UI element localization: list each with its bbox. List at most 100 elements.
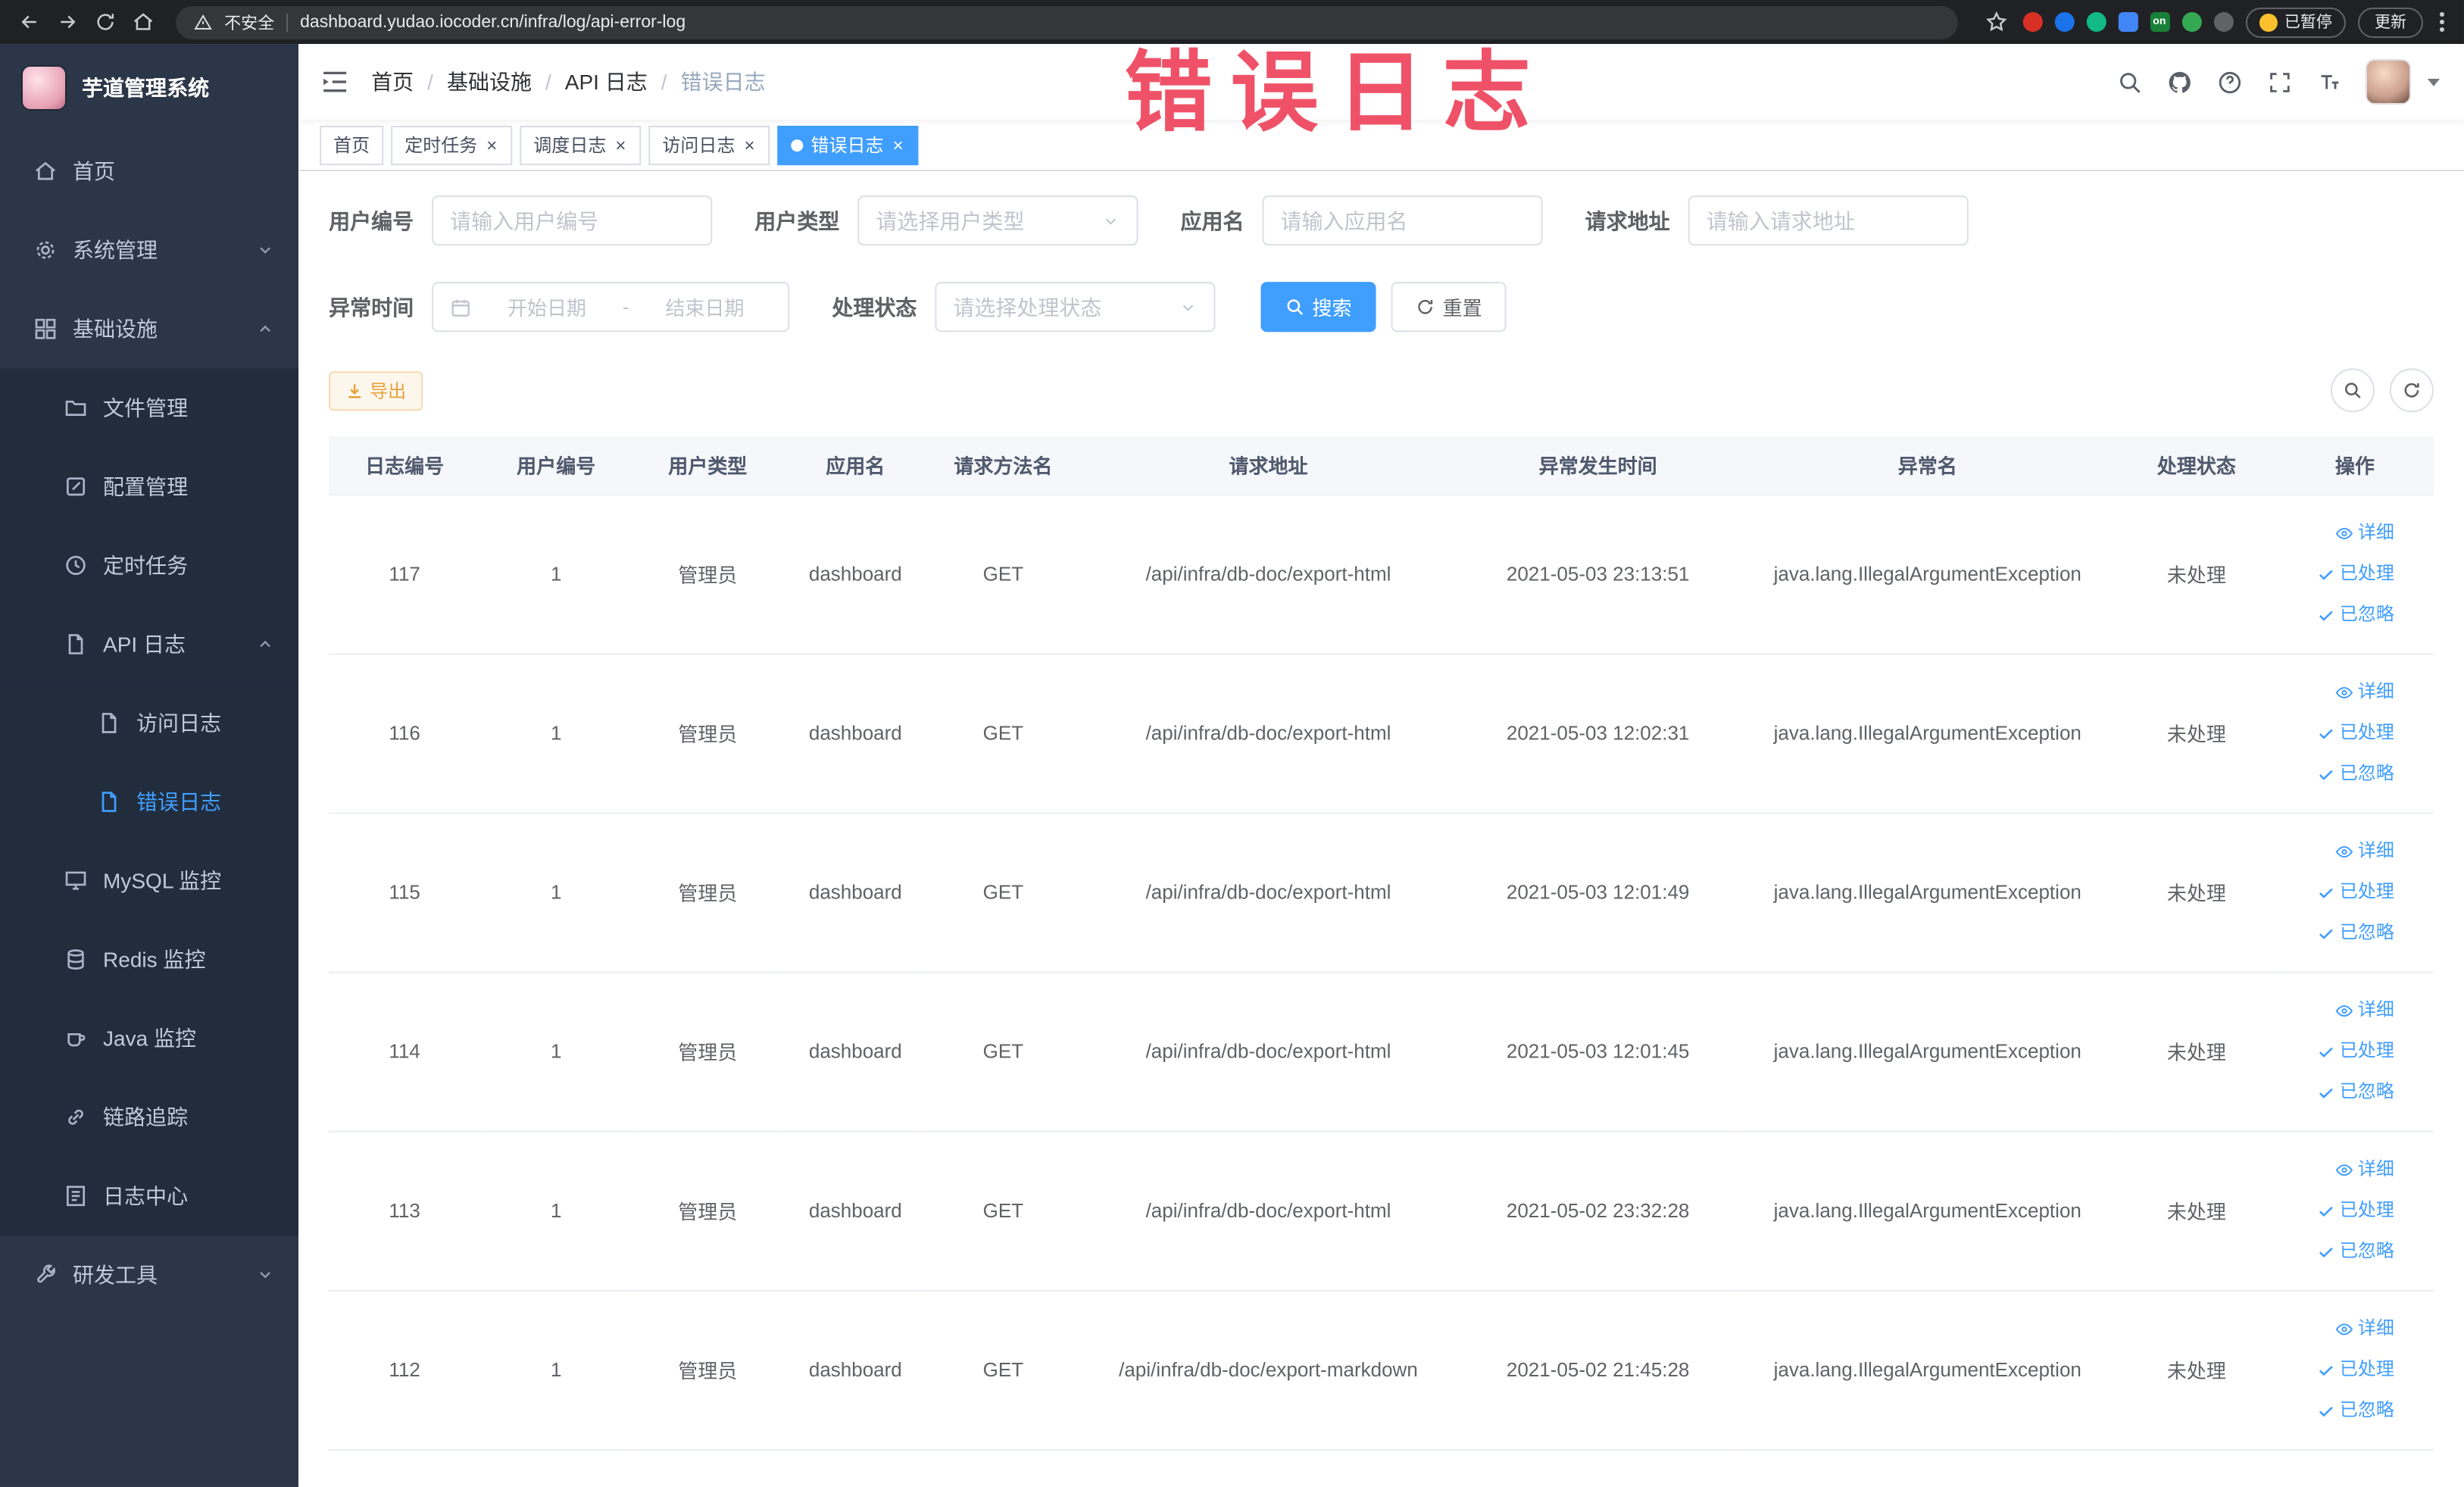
export-button[interactable]: 导出 xyxy=(329,370,423,411)
sidebar-item-14[interactable]: 研发工具 xyxy=(0,1236,298,1314)
caret-down-icon[interactable] xyxy=(2427,78,2440,86)
reset-button[interactable]: 重置 xyxy=(1391,282,1507,333)
close-icon[interactable]: × xyxy=(485,134,498,155)
sidebar-item-11[interactable]: Java 监控 xyxy=(0,998,299,1078)
sidebar-item-1[interactable]: 系统管理 xyxy=(0,211,298,289)
github-icon[interactable] xyxy=(2166,68,2193,95)
table-header-row: 日志编号 用户编号 用户类型 应用名 请求方法名 请求地址 异常发生时间 异常名 处理状态 操作 xyxy=(329,436,2434,495)
sidebar-item-7[interactable]: 访问日志 xyxy=(0,683,299,763)
browser-update-button[interactable]: 更新 xyxy=(2357,7,2423,38)
toggle-search-button[interactable] xyxy=(2330,368,2375,413)
search-icon xyxy=(2344,383,2361,398)
sidebar-item-8-active[interactable]: 错误日志 xyxy=(0,762,299,842)
ignored-link[interactable]: 已忽略 xyxy=(2276,1072,2394,1113)
download-icon xyxy=(348,383,361,398)
paused-extension-button[interactable]: 已暂停 xyxy=(2244,7,2346,38)
detail-link[interactable]: 详细 xyxy=(2276,512,2394,553)
extension-icon[interactable] xyxy=(2022,12,2042,33)
processed-link[interactable]: 已处理 xyxy=(2276,553,2394,594)
browser-forward-icon[interactable] xyxy=(53,8,80,36)
breadcrumb-item[interactable]: 基础设施 xyxy=(447,67,532,97)
browser-reload-icon[interactable] xyxy=(91,8,118,36)
table-row: 112 1 管理员 dashboard GET /api/infra/db-do… xyxy=(329,1289,2434,1450)
ignored-link[interactable]: 已忽略 xyxy=(2276,1231,2394,1272)
cell-status: 未处理 xyxy=(2116,1289,2276,1450)
column-header-6: 异常发生时间 xyxy=(1457,436,1738,495)
browser-back-icon[interactable] xyxy=(15,8,42,36)
address-bar[interactable]: 不安全 dashboard.yudao.iocoder.cn/infra/log… xyxy=(176,5,1957,39)
detail-link[interactable]: 详细 xyxy=(2276,1149,2394,1190)
app-logo[interactable]: 芋道管理系统 xyxy=(0,44,298,132)
cell-request-url: /api/infra/db-doc/export-html xyxy=(1079,971,1458,1132)
ignored-link[interactable]: 已忽略 xyxy=(2276,753,2394,794)
ignored-link[interactable]: 已忽略 xyxy=(2276,1390,2394,1431)
detail-link[interactable]: 详细 xyxy=(2276,671,2394,712)
user-id-input[interactable]: 请输入用户编号 xyxy=(432,195,713,246)
close-icon[interactable]: × xyxy=(892,134,905,155)
sidebar-item-3[interactable]: 文件管理 xyxy=(0,368,299,448)
sidebar-item-4[interactable]: 配置管理 xyxy=(0,447,299,526)
app-title: 芋道管理系统 xyxy=(82,76,210,101)
column-header-1: 用户编号 xyxy=(480,436,632,495)
extension-icon[interactable] xyxy=(2117,12,2138,33)
tab-1[interactable]: 定时任务 × xyxy=(391,125,513,165)
sidebar-item-13[interactable]: 日志中心 xyxy=(0,1156,299,1236)
hamburger-icon[interactable] xyxy=(320,67,350,97)
close-icon[interactable]: × xyxy=(742,134,756,155)
processed-link[interactable]: 已处理 xyxy=(2276,872,2394,913)
cell-method: GET xyxy=(927,971,1079,1132)
cell-exception-name: java.lang.IllegalArgumentException xyxy=(1738,1289,2117,1450)
processed-link[interactable]: 已处理 xyxy=(2276,712,2394,753)
help-icon[interactable] xyxy=(2216,68,2243,95)
close-icon[interactable]: × xyxy=(614,134,627,155)
ignored-link[interactable]: 已忽略 xyxy=(2276,913,2394,954)
processed-link[interactable]: 已处理 xyxy=(2276,1031,2394,1072)
breadcrumb-item[interactable]: 首页 xyxy=(371,67,414,97)
extension-icon[interactable] xyxy=(2053,12,2074,33)
extension-icon[interactable] xyxy=(2085,12,2106,33)
processed-link[interactable]: 已处理 xyxy=(2276,1190,2394,1231)
cell-user-type: 管理员 xyxy=(632,1130,784,1291)
grid-icon xyxy=(33,317,58,341)
fullscreen-icon[interactable] xyxy=(2266,68,2293,95)
extension-icon[interactable] xyxy=(2213,12,2233,33)
refresh-table-button[interactable] xyxy=(2389,368,2434,413)
search-button[interactable]: 搜索 xyxy=(1260,282,1376,333)
sidebar-item-9[interactable]: MySQL 监控 xyxy=(0,841,299,920)
sidebar-item-2[interactable]: 基础设施 xyxy=(0,289,298,368)
user-avatar[interactable] xyxy=(2365,59,2411,105)
detail-link[interactable]: 详细 xyxy=(2276,1308,2394,1349)
request-url-input[interactable]: 请输入请求地址 xyxy=(1688,195,1969,246)
sidebar-item-6[interactable]: API 日志 xyxy=(0,604,299,684)
check-icon xyxy=(2317,883,2335,901)
tab-0[interactable]: 首页 xyxy=(320,125,384,165)
bookmark-star-icon[interactable] xyxy=(1983,8,2010,36)
filter-app-name: 应用名 请输入应用名 xyxy=(1180,195,1543,246)
user-type-select[interactable]: 请选择用户类型 xyxy=(857,195,1138,246)
sidebar-item-0[interactable]: 首页 xyxy=(0,132,298,211)
status-select[interactable]: 请选择处理状态 xyxy=(935,282,1216,333)
tab-4-active[interactable]: 错误日志 × xyxy=(777,125,919,165)
date-range-picker[interactable]: 开始日期 - 结束日期 xyxy=(432,282,790,333)
extension-badge-icon[interactable]: on xyxy=(2149,12,2169,33)
font-size-icon[interactable] xyxy=(2316,68,2343,95)
search-icon[interactable] xyxy=(2116,68,2143,95)
tab-2[interactable]: 调度日志 × xyxy=(520,125,642,165)
extension-icon[interactable] xyxy=(2181,12,2201,33)
browser-home-icon[interactable] xyxy=(129,8,156,36)
processed-link[interactable]: 已处理 xyxy=(2276,1349,2394,1390)
tab-3[interactable]: 访问日志 × xyxy=(648,125,770,165)
detail-link[interactable]: 详细 xyxy=(2276,990,2394,1031)
ignored-link[interactable]: 已忽略 xyxy=(2276,594,2394,635)
cell-time: 2021-05-03 12:01:45 xyxy=(1457,971,1738,1132)
sidebar-item-10[interactable]: Redis 监控 xyxy=(0,920,299,999)
app-name-input[interactable]: 请输入应用名 xyxy=(1262,195,1543,246)
table-row: 115 1 管理员 dashboard GET /api/infra/db-do… xyxy=(329,812,2434,973)
doc-icon xyxy=(97,711,121,735)
sidebar-item-12[interactable]: 链路追踪 xyxy=(0,1077,299,1157)
detail-link[interactable]: 详细 xyxy=(2276,831,2394,872)
check-icon xyxy=(2317,723,2335,742)
sidebar-item-5[interactable]: 定时任务 xyxy=(0,526,299,605)
breadcrumb-item[interactable]: API 日志 xyxy=(565,67,648,97)
browser-menu-icon[interactable] xyxy=(2435,12,2449,33)
